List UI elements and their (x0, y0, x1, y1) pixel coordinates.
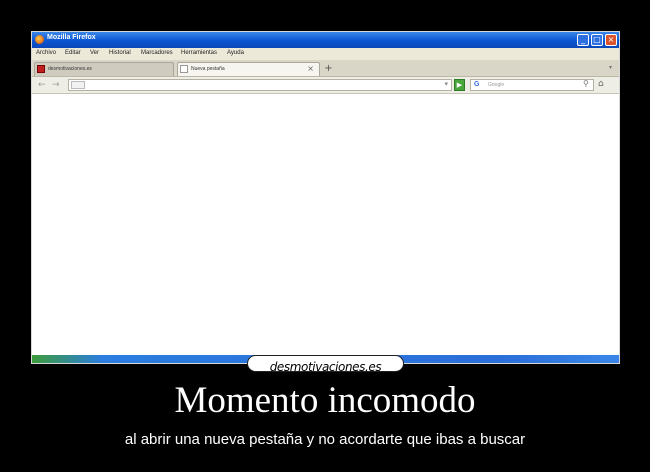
tab-bar: desmotivaciones.es Nueva pestaña × + ▾ (32, 60, 619, 77)
tab-label: desmotivaciones.es (48, 66, 92, 72)
menu-marcadores[interactable]: Marcadores (141, 50, 173, 56)
forward-button[interactable]: → (52, 80, 60, 90)
tab-new-tab[interactable]: Nueva pestaña × (177, 62, 320, 76)
desmotivaciones-watermark: desmotivaciones.es (247, 355, 404, 374)
blank-page-icon (180, 65, 188, 73)
close-button[interactable]: × (605, 34, 617, 46)
url-bar[interactable]: ▾ (68, 79, 452, 91)
menu-editar[interactable]: Editar (65, 50, 81, 56)
window-title: Mozilla Firefox (47, 34, 96, 41)
menu-ver[interactable]: Ver (90, 50, 99, 56)
new-tab-button[interactable]: + (322, 63, 335, 75)
navigation-toolbar: ← → ▾ ▶ G Google ⚲ ⌂ (32, 77, 619, 94)
magnifier-icon[interactable]: ⚲ (583, 79, 589, 88)
poster-caption: al abrir una nueva pestaña y no acordart… (124, 431, 526, 448)
menu-ayuda[interactable]: Ayuda (227, 50, 244, 56)
poster-title: Momento incomodo (174, 380, 476, 421)
page-identity-icon (71, 81, 85, 89)
tab-desmotivaciones[interactable]: desmotivaciones.es (34, 62, 174, 76)
google-engine-icon[interactable]: G (474, 81, 479, 88)
tab-label: Nueva pestaña (191, 66, 225, 72)
tab-close-icon[interactable]: × (307, 64, 314, 73)
menu-historial[interactable]: Historial (109, 50, 131, 56)
go-button[interactable]: ▶ (454, 79, 465, 91)
watermark-text: desmotivaciones.es (269, 360, 382, 374)
url-dropdown-icon[interactable]: ▾ (444, 80, 448, 88)
home-icon[interactable]: ⌂ (598, 79, 604, 89)
back-button[interactable]: ← (38, 80, 46, 90)
search-bar[interactable]: G Google (470, 79, 594, 91)
page-content-blank (32, 94, 619, 355)
minimize-button[interactable]: _ (577, 34, 589, 46)
firefox-logo-icon (35, 35, 44, 44)
menu-herramientas[interactable]: Herramientas (181, 50, 217, 56)
browser-screenshot: Mozilla Firefox _ □ × Archivo Editar Ver… (31, 31, 620, 364)
site-favicon (37, 65, 45, 73)
search-input[interactable]: Google (488, 82, 504, 88)
menu-bar: Archivo Editar Ver Historial Marcadores … (32, 48, 619, 60)
title-bar[interactable]: Mozilla Firefox _ □ × (32, 32, 619, 48)
maximize-button[interactable]: □ (591, 34, 603, 46)
menu-archivo[interactable]: Archivo (36, 50, 56, 56)
tab-list-chevron-icon[interactable]: ▾ (609, 64, 612, 71)
